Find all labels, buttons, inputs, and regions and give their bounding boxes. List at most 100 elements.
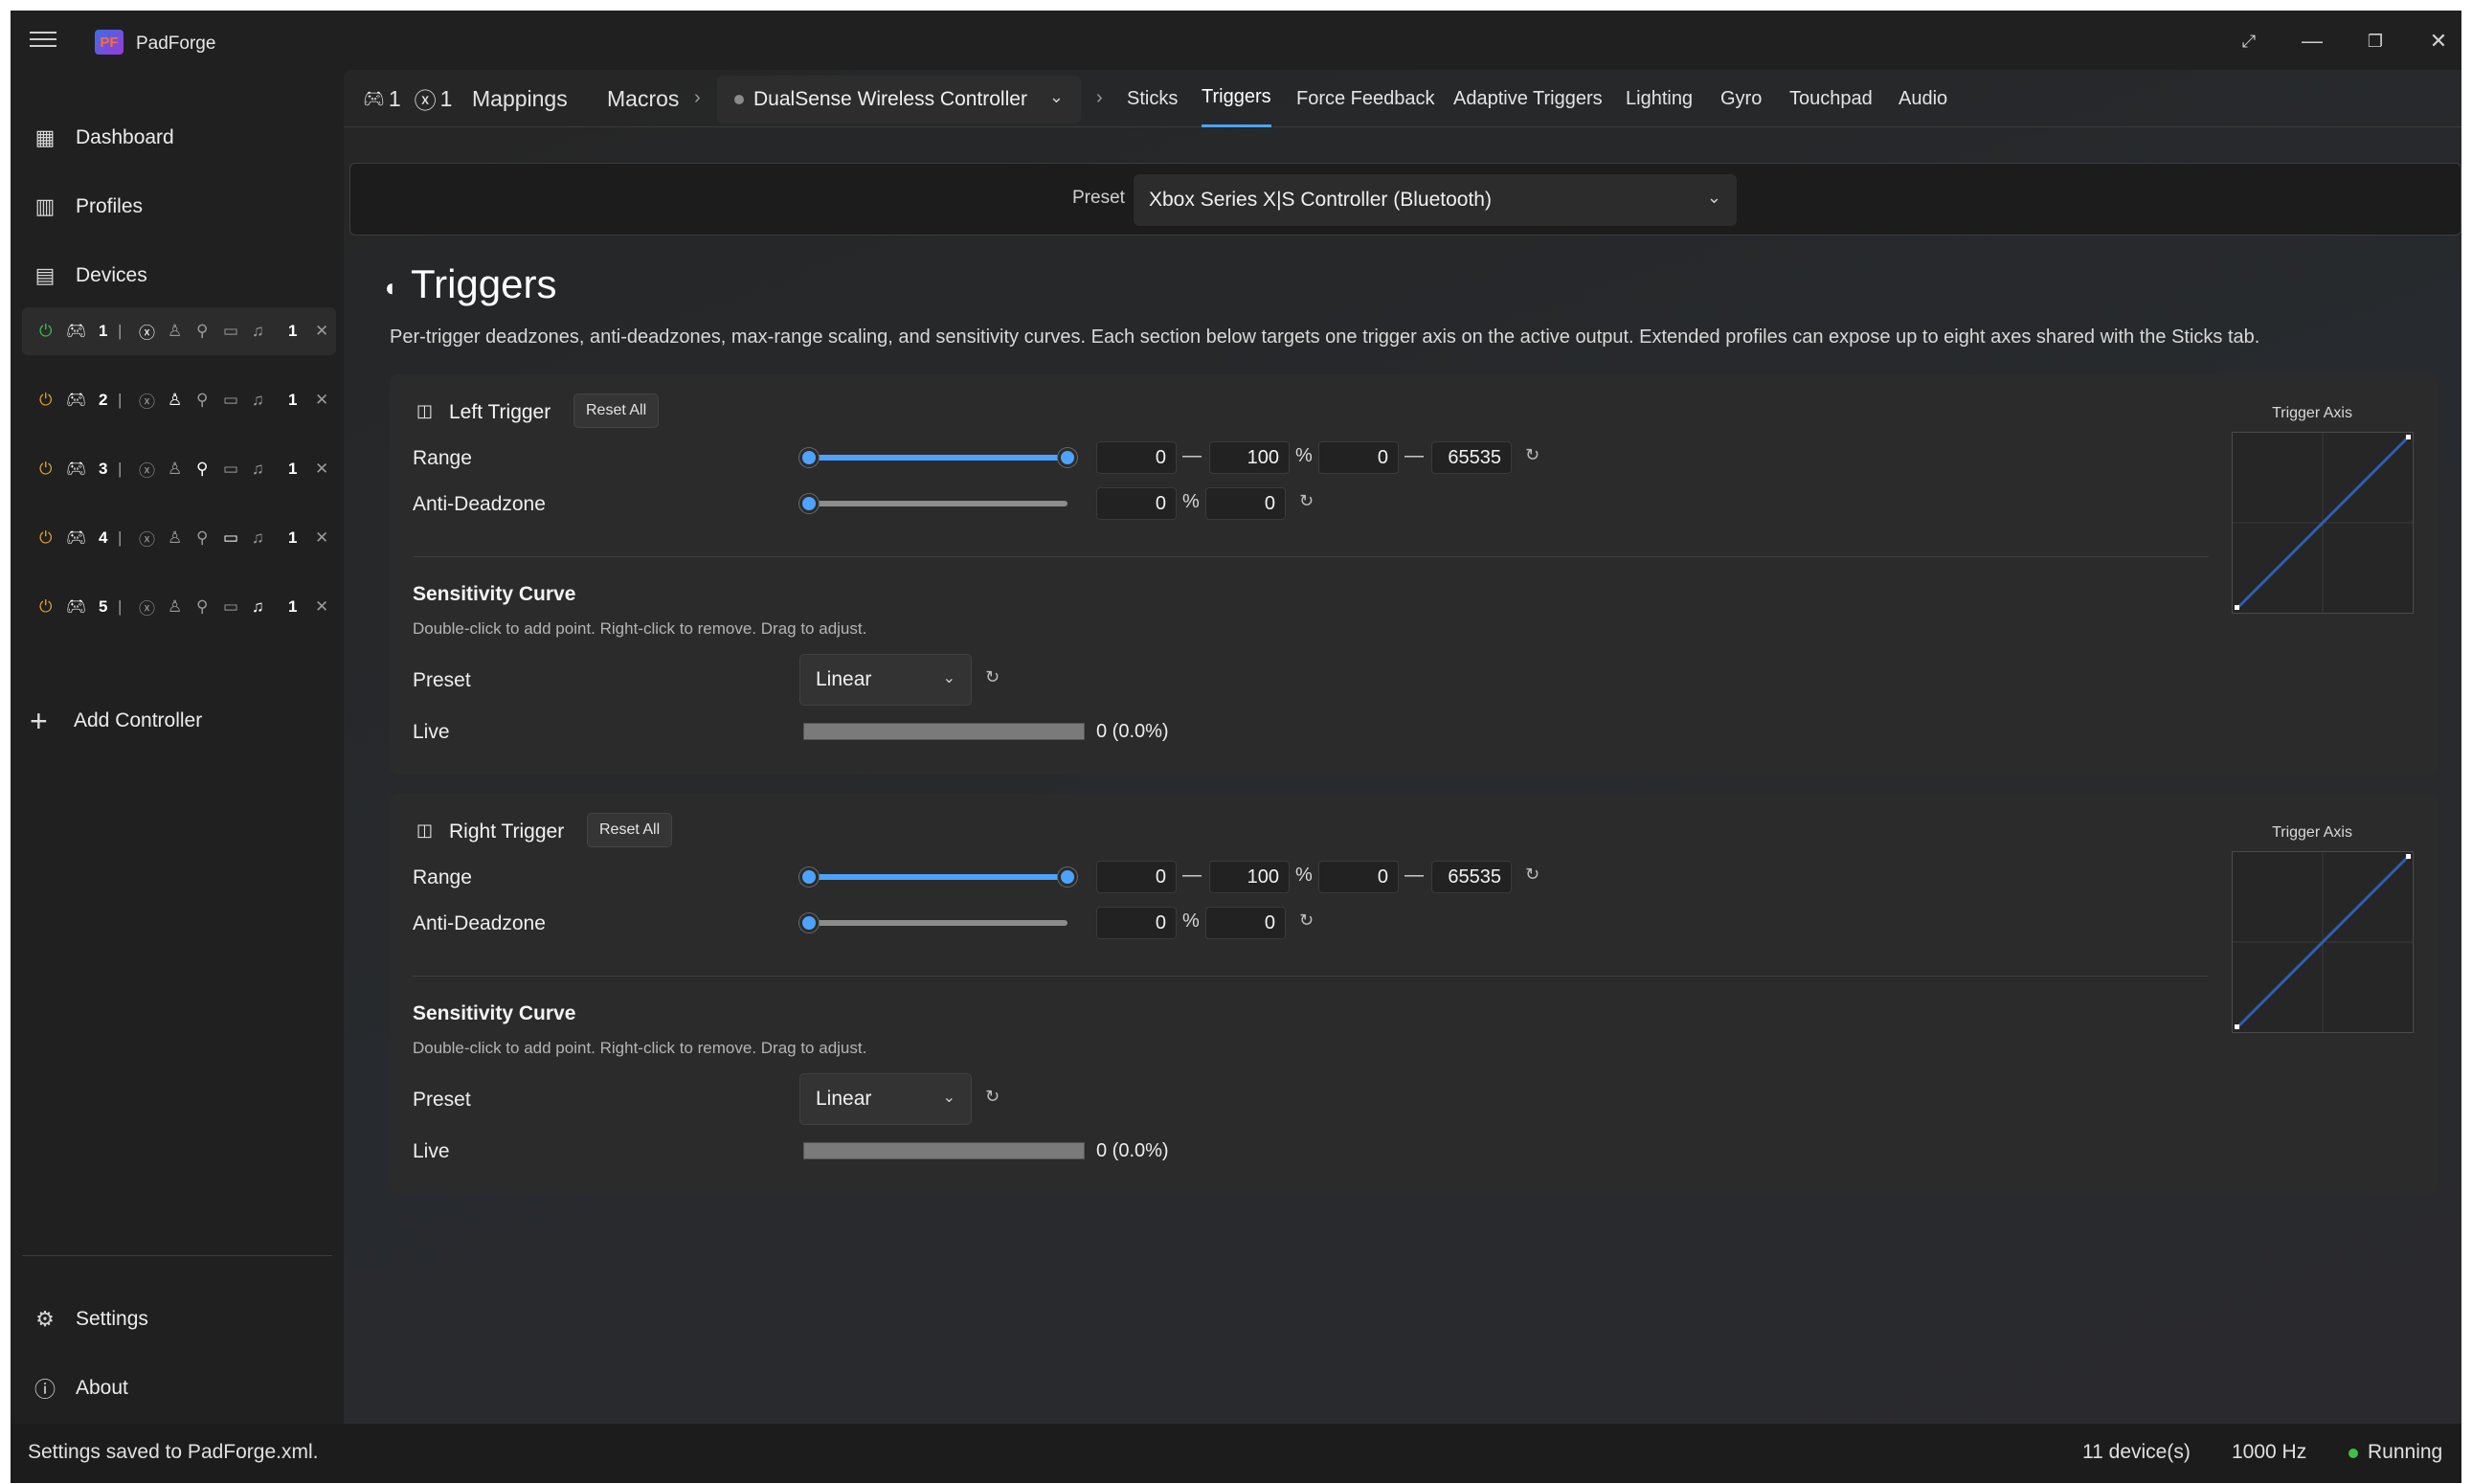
- range-max-thumb[interactable]: [1058, 867, 1077, 887]
- power-icon[interactable]: ⏻: [39, 322, 52, 341]
- midi-icon[interactable]: ♫: [252, 460, 264, 479]
- controller-slot-2[interactable]: ⏻ 🎮︎ 2 | ⓧ ♙ ⚲ ▭ ♫ 1 ✕: [22, 376, 336, 424]
- controller-slot-4[interactable]: ⏻ 🎮︎ 4 | ⓧ ♙ ⚲ ▭ ♫ 1 ✕: [22, 514, 336, 562]
- remove-controller-icon[interactable]: ✕: [315, 391, 328, 410]
- range-min-thumb[interactable]: [799, 867, 819, 887]
- midi-icon[interactable]: ♫: [252, 391, 264, 410]
- nav-profiles[interactable]: ▥ Profiles: [11, 179, 344, 235]
- range-max-thumb[interactable]: [1058, 448, 1077, 467]
- remove-controller-icon[interactable]: ✕: [315, 597, 328, 617]
- tab-force-feedback[interactable]: Force Feedback: [1296, 70, 1435, 127]
- range-slider[interactable]: [809, 874, 1067, 880]
- range-max-raw-input[interactable]: 65535: [1431, 441, 1512, 474]
- sidebar: ▦ Dashboard ▥ Profiles ▤ Devices ⏻ 🎮︎ 1 …: [11, 70, 344, 1424]
- range-min-pct-input[interactable]: 0: [1096, 441, 1177, 474]
- range-min-thumb[interactable]: [799, 448, 819, 467]
- tab-triggers[interactable]: Triggers: [1202, 70, 1271, 127]
- power-icon[interactable]: ⏻: [39, 460, 52, 479]
- anti-deadzone-slider[interactable]: [809, 920, 1067, 926]
- midi-icon[interactable]: ♫: [252, 322, 264, 341]
- tab-sticks[interactable]: Sticks: [1127, 70, 1178, 127]
- anti-deadzone-thumb[interactable]: [799, 913, 819, 933]
- playstation-icon[interactable]: ♙: [168, 391, 182, 410]
- power-icon[interactable]: ⏻: [39, 597, 52, 617]
- playstation-icon[interactable]: ♙: [168, 597, 182, 617]
- tab-touchpad[interactable]: Touchpad: [1789, 70, 1873, 127]
- range-max-pct-input[interactable]: 100: [1209, 441, 1290, 474]
- device-selector[interactable]: DualSense Wireless Controller ⌄: [717, 76, 1081, 124]
- xbox-icon[interactable]: ⓧ: [139, 320, 155, 344]
- range-min-raw-input[interactable]: 0: [1318, 861, 1399, 893]
- range-min-raw-input[interactable]: 0: [1318, 441, 1399, 474]
- power-icon[interactable]: ⏻: [39, 528, 52, 548]
- playstation-icon[interactable]: ♙: [168, 460, 182, 479]
- output-preset-select[interactable]: Xbox Series X|S Controller (Bluetooth) ⌄: [1134, 174, 1737, 226]
- nav-devices[interactable]: ▤ Devices: [11, 248, 344, 304]
- range-min-pct-input[interactable]: 0: [1096, 861, 1177, 893]
- controller-slot-1[interactable]: ⏻ 🎮︎ 1 | ⓧ ♙ ⚲ ▭ ♫ 1 ✕: [22, 307, 336, 355]
- range-dash: —: [1182, 445, 1202, 466]
- reset-icon[interactable]: ↻: [1299, 491, 1314, 511]
- midi-icon[interactable]: ♫: [252, 597, 264, 617]
- anti-deadzone-pct-input[interactable]: 0: [1096, 907, 1177, 939]
- nav-settings[interactable]: ⚙ Settings: [11, 1292, 344, 1347]
- controller-slot-3[interactable]: ⏻ 🎮︎ 3 | ⓧ ♙ ⚲ ▭ ♫ 1 ✕: [22, 445, 336, 493]
- remove-controller-icon[interactable]: ✕: [315, 528, 328, 548]
- curve-preset-select[interactable]: Linear ⌄: [799, 654, 972, 706]
- xbox-icon[interactable]: ⓧ: [139, 458, 155, 482]
- custom-icon[interactable]: ⚲: [196, 391, 208, 410]
- anti-deadzone-raw-input[interactable]: 0: [1205, 907, 1286, 939]
- anti-deadzone-pct-input[interactable]: 0: [1096, 487, 1177, 520]
- reset-icon[interactable]: ↻: [985, 1087, 1000, 1107]
- remove-controller-icon[interactable]: ✕: [315, 322, 328, 341]
- minimize-button[interactable]: —: [2287, 22, 2337, 60]
- expand-icon[interactable]: ⤢: [2224, 22, 2274, 60]
- nav-dashboard[interactable]: ▦ Dashboard: [11, 110, 344, 166]
- xbox-icon[interactable]: ⓧ: [139, 527, 155, 551]
- playstation-icon[interactable]: ♙: [168, 528, 182, 548]
- playstation-icon[interactable]: ♙: [168, 322, 182, 341]
- reset-icon[interactable]: ↻: [1525, 865, 1539, 885]
- reset-all-button[interactable]: Reset All: [573, 393, 660, 428]
- add-controller-button[interactable]: + Add Controller: [30, 702, 202, 740]
- anti-deadzone-slider[interactable]: [809, 501, 1067, 506]
- tab-lighting[interactable]: Lighting: [1626, 70, 1693, 127]
- tab-gyro[interactable]: Gyro: [1720, 70, 1762, 127]
- remove-controller-icon[interactable]: ✕: [315, 460, 328, 479]
- reset-icon[interactable]: ↻: [985, 667, 1000, 687]
- keyboard-mouse-icon[interactable]: ▭: [223, 322, 238, 341]
- controller-slot-5[interactable]: ⏻ 🎮︎ 5 | ⓧ ♙ ⚲ ▭ ♫ 1 ✕: [22, 583, 336, 631]
- custom-icon[interactable]: ⚲: [196, 597, 208, 617]
- keyboard-mouse-icon[interactable]: ▭: [223, 391, 238, 410]
- power-icon[interactable]: ⏻: [39, 391, 52, 410]
- anti-deadzone-raw-input[interactable]: 0: [1205, 487, 1286, 520]
- nav-about[interactable]: ⓘ About: [11, 1360, 344, 1416]
- curve-preset-select[interactable]: Linear ⌄: [799, 1073, 972, 1125]
- close-button[interactable]: ✕: [2414, 22, 2461, 60]
- hamburger-menu-icon[interactable]: [30, 32, 56, 49]
- gamepad-count-badge[interactable]: 🎮︎ 1 ⓧ 1: [363, 70, 452, 127]
- keyboard-mouse-icon[interactable]: ▭: [223, 597, 238, 617]
- range-max-raw-input[interactable]: 65535: [1431, 861, 1512, 893]
- restore-button[interactable]: ❐: [2350, 22, 2400, 60]
- reset-all-button[interactable]: Reset All: [587, 813, 673, 847]
- reset-icon[interactable]: ↻: [1299, 911, 1314, 931]
- range-slider[interactable]: [809, 455, 1067, 461]
- keyboard-mouse-icon[interactable]: ▭: [223, 528, 238, 548]
- tab-adaptive-triggers[interactable]: Adaptive Triggers: [1453, 70, 1603, 127]
- tab-mappings[interactable]: Mappings: [472, 70, 568, 127]
- trigger-axis-curve[interactable]: [2232, 851, 2414, 1033]
- xbox-icon[interactable]: ⓧ: [139, 389, 155, 413]
- tab-audio[interactable]: Audio: [1899, 70, 1947, 127]
- tab-macros[interactable]: Macros: [607, 70, 679, 127]
- keyboard-mouse-icon[interactable]: ▭: [223, 460, 238, 479]
- midi-icon[interactable]: ♫: [252, 528, 264, 548]
- custom-icon[interactable]: ⚲: [196, 322, 208, 341]
- reset-icon[interactable]: ↻: [1525, 445, 1539, 465]
- xbox-icon[interactable]: ⓧ: [139, 596, 155, 619]
- anti-deadzone-thumb[interactable]: [799, 494, 819, 513]
- custom-icon[interactable]: ⚲: [196, 528, 208, 548]
- custom-icon[interactable]: ⚲: [196, 460, 208, 479]
- range-max-pct-input[interactable]: 100: [1209, 861, 1290, 893]
- trigger-axis-curve[interactable]: [2232, 432, 2414, 614]
